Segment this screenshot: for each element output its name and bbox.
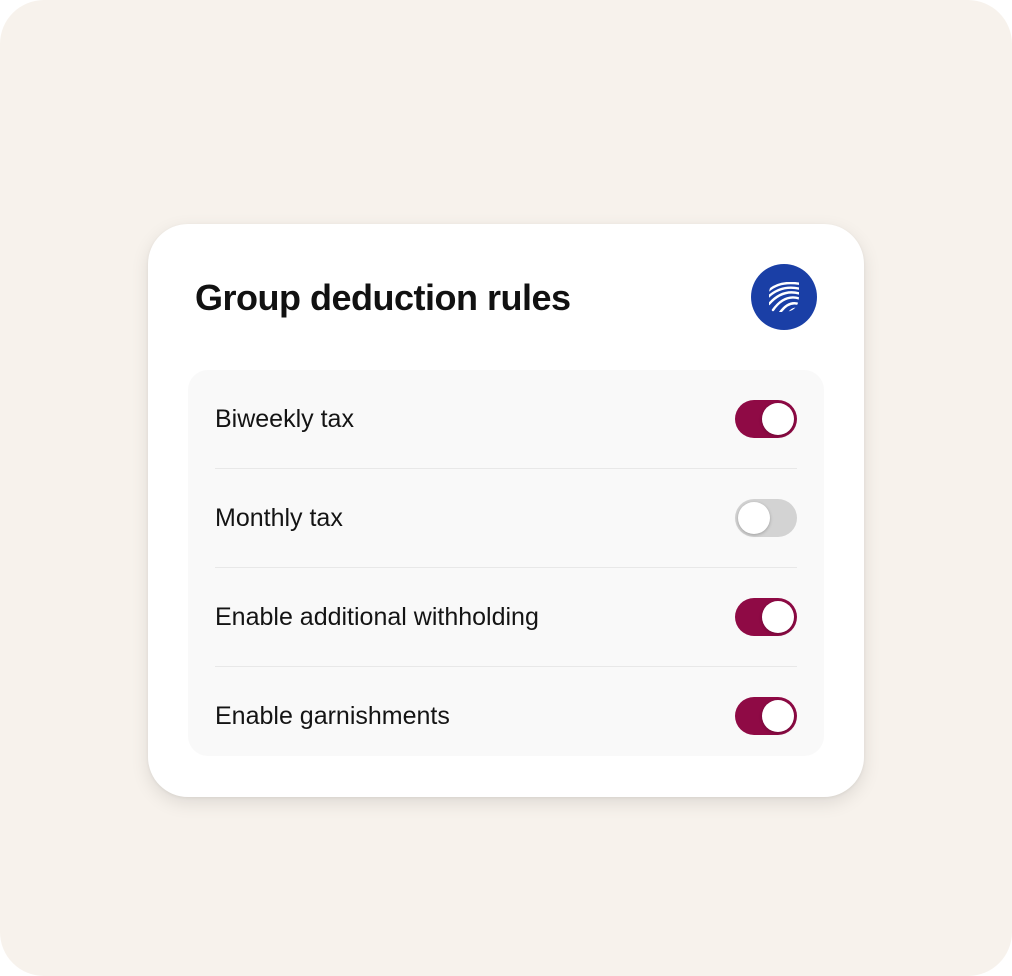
additional-withholding-toggle[interactable] xyxy=(735,598,797,636)
monthly-tax-toggle[interactable] xyxy=(735,499,797,537)
rule-row-additional-withholding: Enable additional withholding xyxy=(215,568,797,667)
card-title: Group deduction rules xyxy=(195,277,571,318)
toggle-knob xyxy=(738,502,770,534)
garnishments-toggle[interactable] xyxy=(735,697,797,735)
deduction-rules-card: Group deduction rules Biweekly tax Month… xyxy=(148,224,864,797)
brand-logo-badge xyxy=(751,264,817,330)
biweekly-tax-toggle[interactable] xyxy=(735,400,797,438)
rule-label: Biweekly tax xyxy=(215,404,354,433)
rule-row-biweekly-tax: Biweekly tax xyxy=(215,370,797,469)
rules-list: Biweekly tax Monthly tax Enable addition… xyxy=(188,370,824,756)
toggle-knob xyxy=(762,601,794,633)
rule-label: Enable garnishments xyxy=(215,701,450,730)
rule-row-monthly-tax: Monthly tax xyxy=(215,469,797,568)
toggle-knob xyxy=(762,403,794,435)
rule-row-garnishments: Enable garnishments xyxy=(215,667,797,765)
striped-arcs-logo-icon xyxy=(769,282,799,312)
page-background: Group deduction rules Biweekly tax Month… xyxy=(0,0,1012,976)
toggle-knob xyxy=(762,700,794,732)
rule-label: Enable additional withholding xyxy=(215,602,539,631)
rule-label: Monthly tax xyxy=(215,503,343,532)
